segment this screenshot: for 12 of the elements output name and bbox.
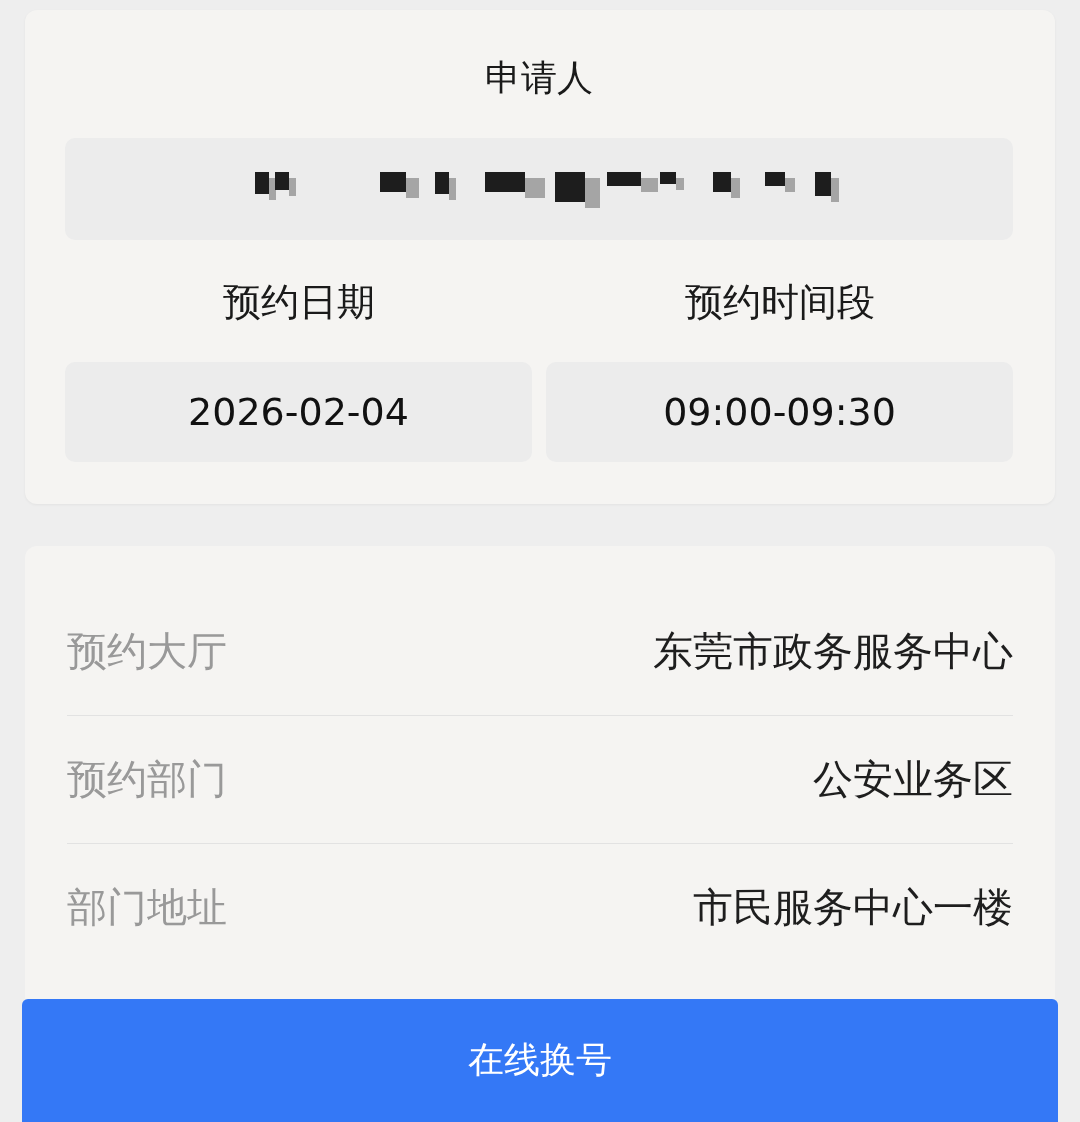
slot-label: 预约日期	[222, 279, 375, 326]
slot-value-field: 09:00-09:30	[546, 362, 1013, 462]
online-swap-button[interactable]: 在线换号	[22, 999, 1058, 1122]
detail-label: 预约大厅	[67, 627, 227, 676]
slot-value-field: 2026-02-04	[65, 362, 532, 462]
detail-value: 公安业务区	[813, 755, 1013, 804]
detail-value: 东莞市政务服务中心	[653, 627, 1013, 676]
slot-label: 预约时间段	[684, 279, 875, 326]
detail-value: 市民服务中心一楼	[693, 883, 1013, 932]
applicant-label: 申请人	[485, 56, 593, 100]
detail-label: 预约部门	[67, 755, 227, 804]
detail-label: 部门地址	[67, 883, 227, 932]
